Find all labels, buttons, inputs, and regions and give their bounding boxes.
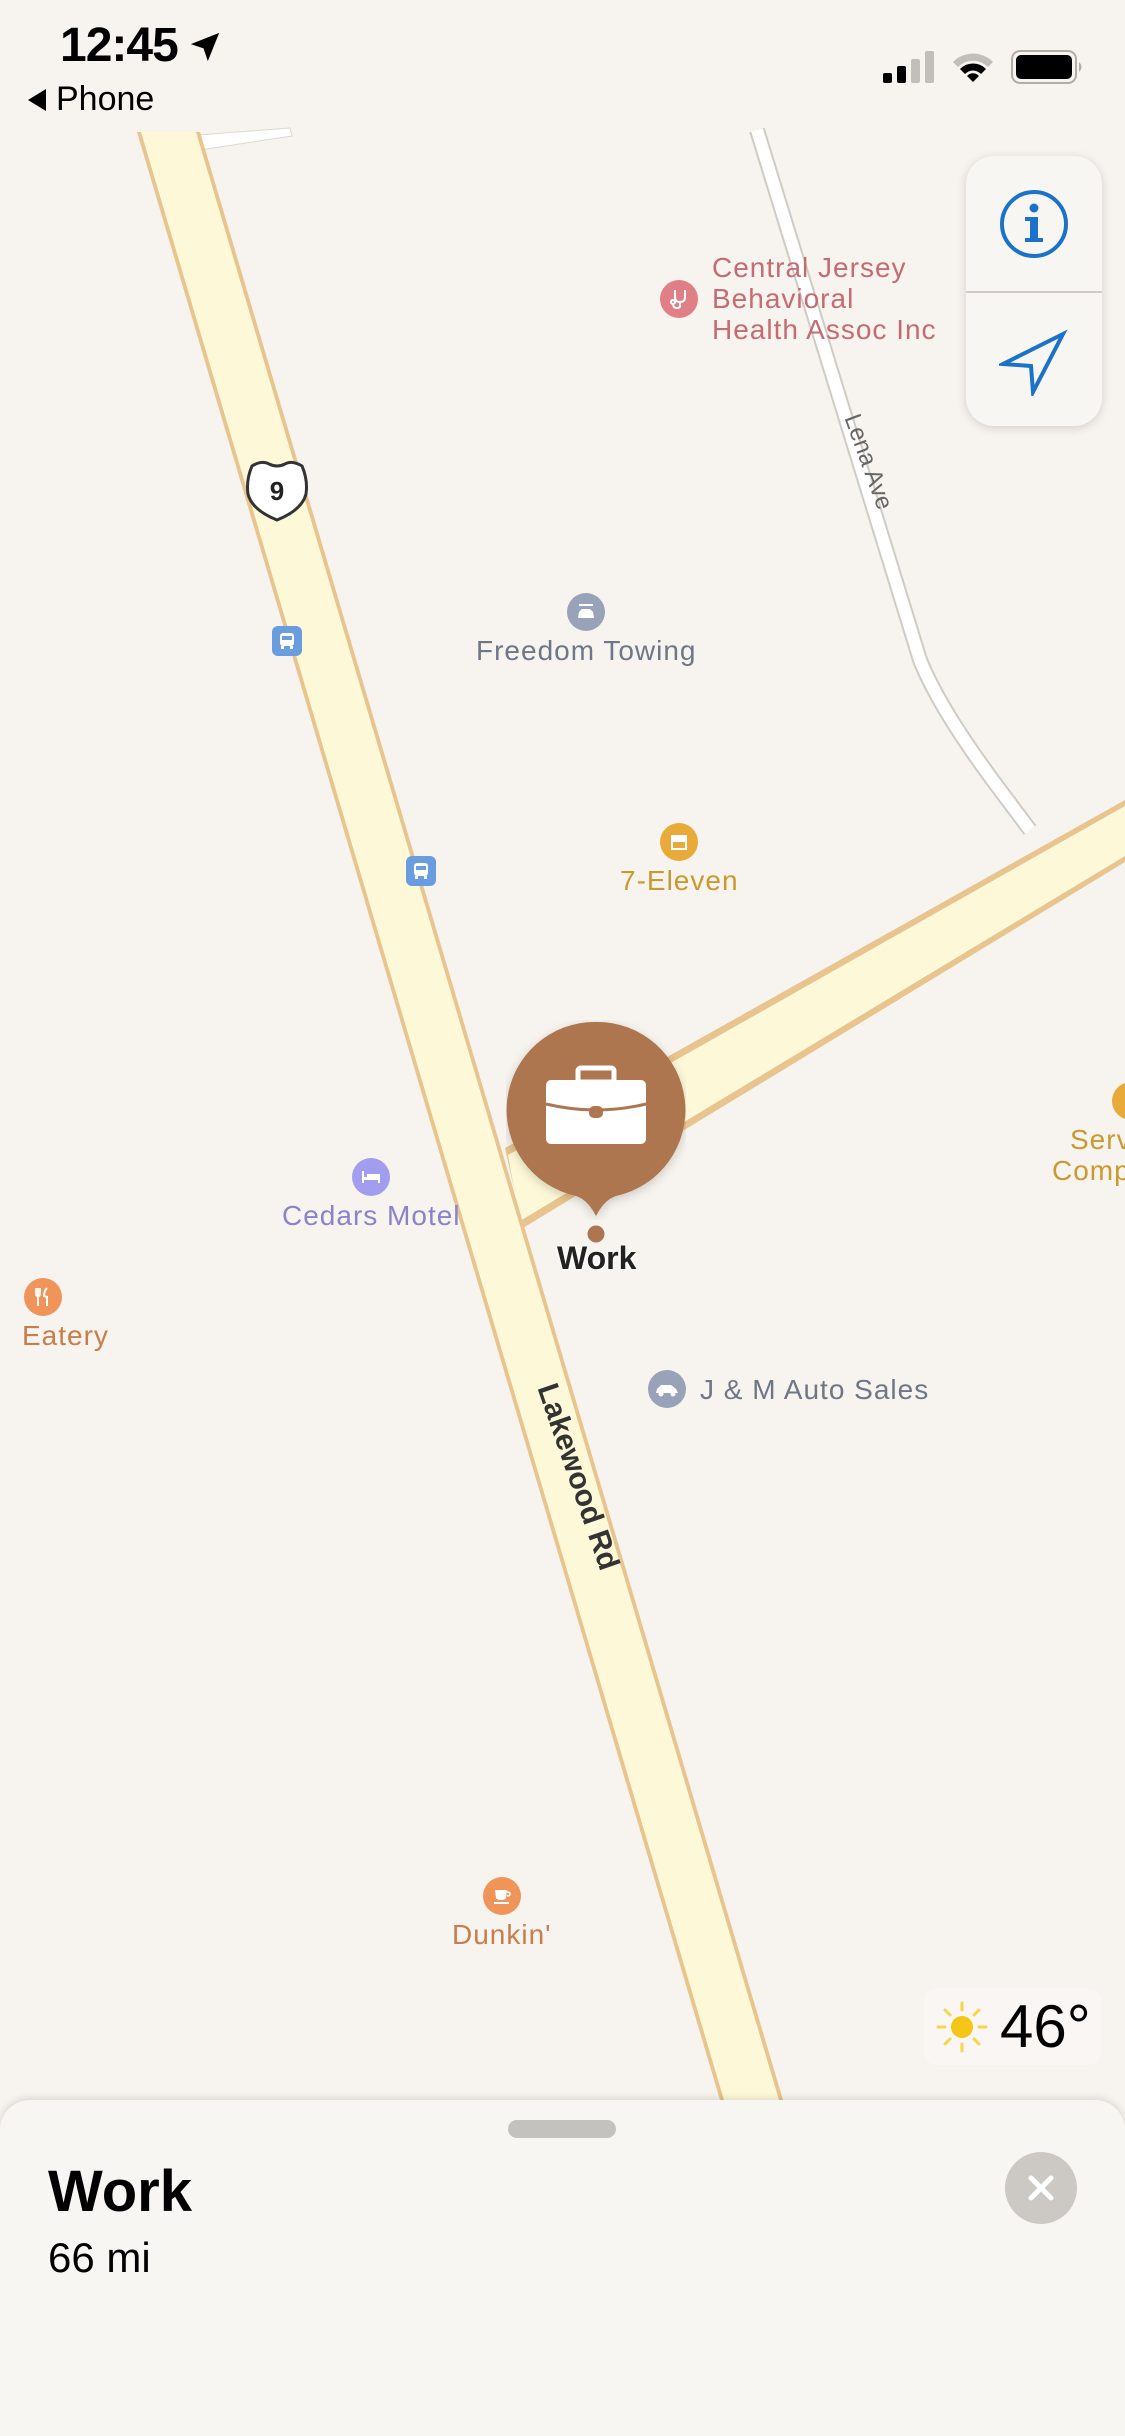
poi-label: 7-Eleven (620, 865, 739, 896)
poi-7-eleven[interactable]: 7-Eleven (620, 823, 739, 896)
weather-temperature: 46° (1000, 1993, 1091, 2060)
poi-label: Comp (1052, 1155, 1125, 1186)
back-triangle-icon (28, 88, 46, 111)
place-card-sheet[interactable]: Work 66 mi (0, 2100, 1125, 2436)
map-info-button[interactable] (966, 156, 1102, 291)
poi-serv-comp[interactable]: Serv Comp (1052, 1082, 1125, 1186)
close-button[interactable] (1005, 2152, 1077, 2224)
status-indicators (883, 50, 1085, 84)
poi-label: Freedom Towing (476, 635, 697, 666)
route-9-shield: 9 (246, 460, 308, 522)
poi-cedars-motel[interactable]: Cedars Motel (282, 1158, 461, 1231)
track-location-button[interactable] (966, 293, 1102, 426)
poi-label: Health Assoc Inc (712, 314, 937, 345)
poi-dunkin[interactable]: Dunkin' (452, 1877, 552, 1950)
poi-label: Dunkin' (452, 1919, 552, 1950)
coffee-cup-icon (482, 1877, 521, 1915)
store-icon (1112, 1082, 1125, 1120)
poi-eatery[interactable]: Eatery (0, 1278, 109, 1351)
route-number: 9 (270, 476, 284, 506)
map-controls-panel (966, 156, 1102, 426)
car-repair-icon (567, 593, 606, 631)
back-to-phone-link[interactable]: Phone (28, 80, 154, 119)
fork-knife-icon (24, 1278, 63, 1316)
weather-badge: 46° (924, 1988, 1101, 2065)
stethoscope-icon (660, 279, 698, 318)
place-card-distance: 66 mi (48, 2234, 151, 2281)
store-icon (660, 823, 699, 861)
place-card-title: Work (48, 2159, 192, 2224)
pin-label: Work (557, 1240, 637, 1276)
sheet-grabber-handle[interactable] (508, 2120, 616, 2138)
bus-stop-marker[interactable] (406, 856, 436, 886)
signal-icon (883, 51, 934, 83)
location-arrow-icon (190, 32, 220, 62)
poi-label: Behavioral (712, 283, 855, 314)
bus-stop-icon (280, 633, 294, 649)
poi-label: Serv (1070, 1124, 1125, 1155)
bus-stop-icon (414, 863, 428, 879)
poi-label: J & M Auto Sales (700, 1373, 930, 1405)
poi-central-jersey-behavioral[interactable]: Central Jersey Behavioral Health Assoc I… (660, 252, 937, 345)
wifi-icon (953, 53, 993, 82)
work-pin-marker[interactable] (506, 1020, 686, 1220)
poi-jm-auto-sales[interactable]: J & M Auto Sales (648, 1370, 929, 1408)
poi-label: Cedars Motel (282, 1200, 461, 1231)
poi-freedom-towing[interactable]: Freedom Towing (476, 593, 696, 666)
close-icon (1028, 2175, 1054, 2201)
poi-label: Central Jersey (712, 252, 907, 283)
poi-label: Eatery (22, 1320, 109, 1351)
back-label: Phone (56, 80, 155, 118)
battery-icon (1011, 50, 1082, 84)
bus-stop-marker[interactable] (272, 626, 302, 656)
status-time: 12:45 (60, 19, 179, 72)
sun-icon (936, 2001, 988, 2052)
bed-icon (352, 1158, 391, 1196)
info-circle-icon (1000, 189, 1068, 258)
car-icon (648, 1370, 686, 1408)
location-arrow-outline-icon (999, 328, 1068, 396)
